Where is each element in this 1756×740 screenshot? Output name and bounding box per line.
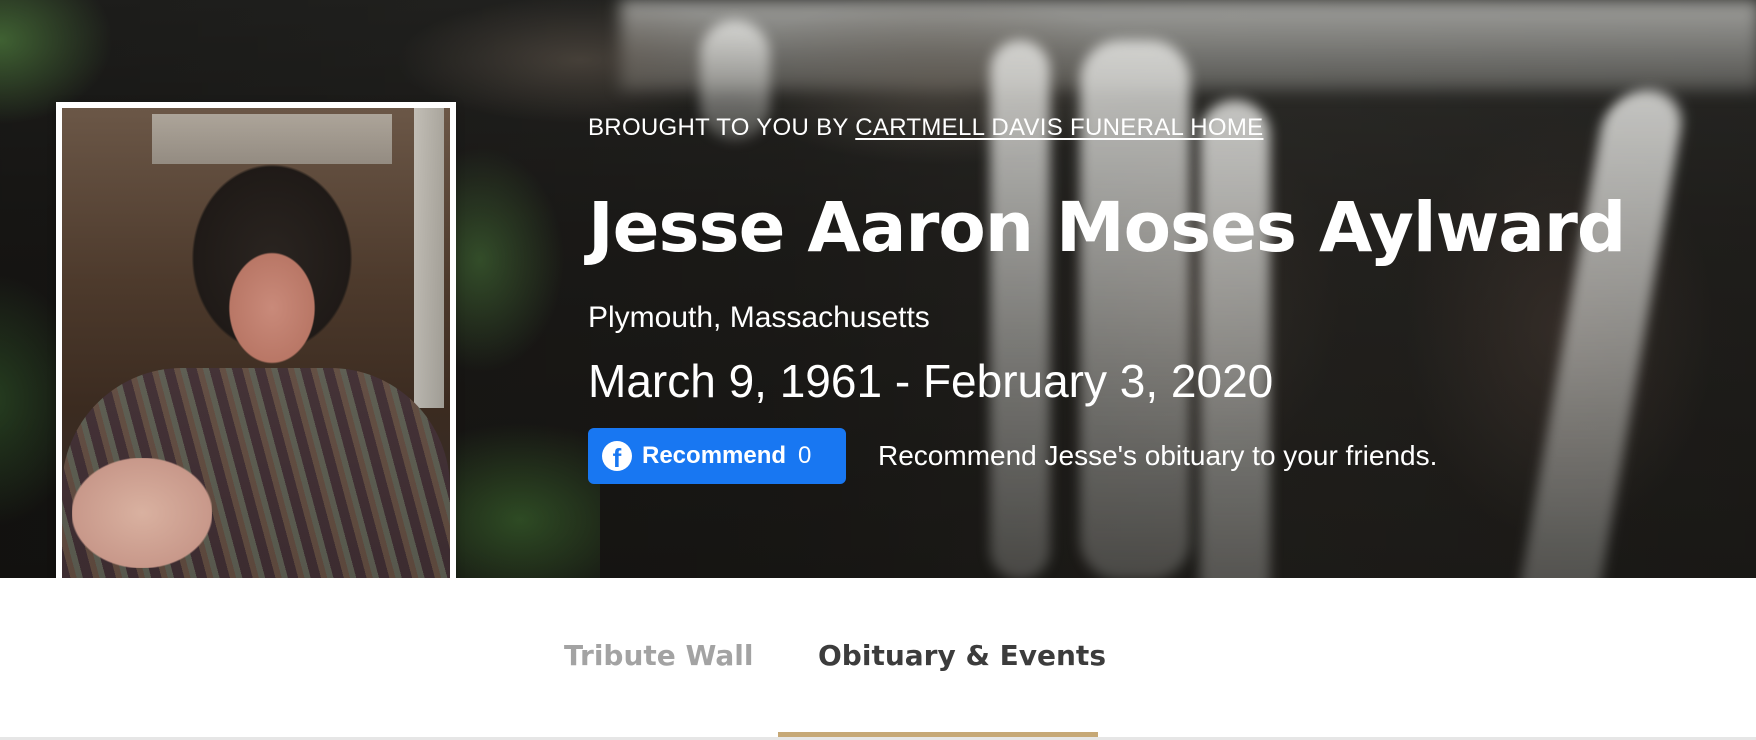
recommend-label: Recommend <box>642 442 787 469</box>
tab-tribute-wall[interactable]: Tribute Wall <box>564 636 754 676</box>
deceased-location: Plymouth, Massachusetts <box>588 301 930 334</box>
recommend-message: Recommend Jesse's obituary to your frien… <box>878 440 1438 471</box>
tab-obituary-events[interactable]: Obituary & Events <box>818 636 1106 676</box>
deceased-photo <box>62 108 450 608</box>
photo-background-door <box>414 108 444 408</box>
deceased-photo-frame <box>56 102 456 614</box>
recommend-count: 0 <box>798 442 812 469</box>
facebook-recommend-button[interactable]: f Recommend 0 <box>588 428 846 484</box>
photo-background-window <box>152 114 392 164</box>
page-tabs: Tribute Wall Obituary & Events <box>0 578 1756 740</box>
brought-prefix: BROUGHT TO YOU BY <box>588 114 856 141</box>
funeral-home-link[interactable]: CARTMELL DAVIS FUNERAL HOME <box>855 114 1263 141</box>
brought-to-you-by: BROUGHT TO YOU BY CARTMELL DAVIS FUNERAL… <box>588 110 1625 146</box>
facebook-icon: f <box>602 441 632 471</box>
obituary-header-info: BROUGHT TO YOU BY CARTMELL DAVIS FUNERAL… <box>588 110 1626 484</box>
life-dates: March 9, 1961 - February 3, 2020 <box>588 355 1274 407</box>
deceased-name: Jesse Aaron Moses Aylward <box>588 188 1626 268</box>
photo-hands <box>72 458 212 568</box>
recommend-row: f Recommend 0 Recommend Jesse's obituary… <box>588 428 1625 484</box>
